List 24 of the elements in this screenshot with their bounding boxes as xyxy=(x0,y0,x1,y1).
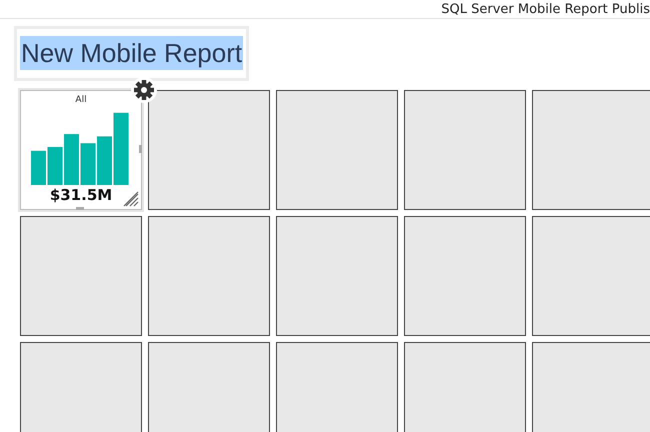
empty-tile[interactable] xyxy=(532,216,650,336)
resize-handle[interactable] xyxy=(76,207,84,210)
resize-grip-icon[interactable] xyxy=(123,191,139,207)
value-label: $31.5M xyxy=(50,186,112,204)
resize-handle[interactable] xyxy=(139,145,142,153)
report-title: New Mobile Report xyxy=(20,36,244,70)
empty-tile[interactable] xyxy=(276,216,398,336)
empty-tile[interactable] xyxy=(276,90,398,210)
title-field[interactable]: New Mobile Report xyxy=(14,26,250,81)
empty-tile[interactable] xyxy=(148,216,270,336)
empty-tile[interactable] xyxy=(404,90,526,210)
filter-label: All xyxy=(75,95,87,105)
empty-tile[interactable] xyxy=(148,342,270,432)
chart-tile[interactable]: All $31.5M xyxy=(20,90,142,210)
empty-tile[interactable] xyxy=(532,90,650,210)
empty-tile[interactable] xyxy=(532,342,650,432)
empty-tile[interactable] xyxy=(404,342,526,432)
app-title: SQL Server Mobile Report Publis xyxy=(441,2,650,18)
empty-tile[interactable] xyxy=(148,90,270,210)
empty-tile[interactable] xyxy=(276,342,398,432)
settings-icon[interactable] xyxy=(131,77,157,103)
empty-tile[interactable] xyxy=(20,216,142,336)
empty-tile[interactable] xyxy=(20,342,142,432)
empty-tile[interactable] xyxy=(404,216,526,336)
